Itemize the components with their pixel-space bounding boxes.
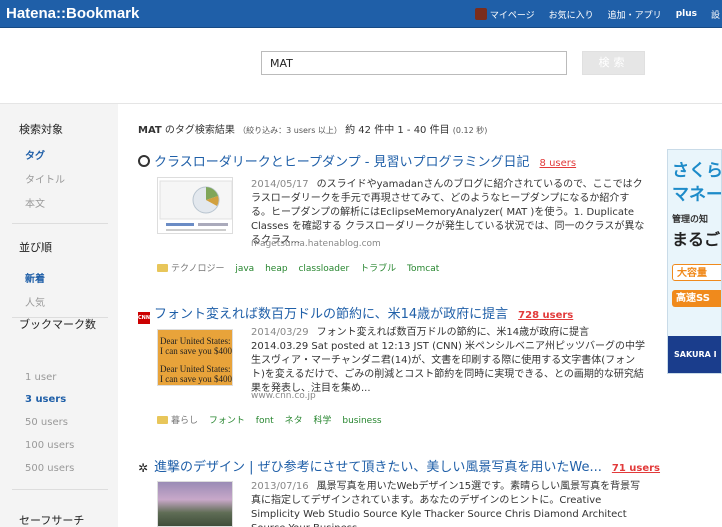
safe-search-heading: セーフサーチ [19,514,85,527]
entry-tags: 暮らし フォント font ネタ 科学 business [157,413,390,426]
results-summary: MAT のタグ検索結果 （絞り込み：3 users 以上） 約 42 件中 1 … [138,121,487,136]
bm-filter-1[interactable]: 1 user [25,372,56,383]
top-bar: Hatena::Bookmark マイページ お気に入り 追加・アプリ plus… [0,0,722,28]
site-logo[interactable]: Hatena::Bookmark [6,5,139,22]
search-target-heading: 検索対象 [19,123,63,136]
entry-tags: テクノロジー java heap classloader トラブル Tomcat [157,261,447,274]
sidebar-divider [12,223,108,224]
entry-date: 2013/07/16 [251,481,309,492]
users-count[interactable]: 8 users [540,158,577,169]
sidebar-divider [12,489,108,490]
tag[interactable]: classloader [298,264,349,274]
entry-thumbnail[interactable] [157,177,233,234]
entry-snippet-text: のスライドやyamadanさんのブログに紹介されているので、ここではクラスローダ… [251,179,645,246]
results-count: 約 42 件中 1 - 40 件目 [345,125,450,136]
entry-title-text[interactable]: クラスローダリークとヒープダンプ - 見習いプログラミング日記 [154,155,530,170]
tag[interactable]: font [256,416,274,426]
results-label: のタグ検索結果 [161,125,235,136]
nav-mypage[interactable]: マイページ [474,7,535,21]
entry-title[interactable]: CNN フォント変えれば数百万ドルの節約に、米14歳が政府に提言 728 users [138,303,573,324]
thumbnail-line: Dear United States: [160,364,231,374]
sort-popular[interactable]: 人気 [25,294,45,309]
entry-snippet: 2014/05/17 のスライドやyamadanさんのブログに紹介されているので、… [251,178,649,248]
cnn-favicon-icon: CNN [138,312,150,324]
sidebar-item-title[interactable]: タイトル [25,171,65,186]
ad-pill: 高速SS [672,290,721,307]
thumbnail-text: Dear United States: I can save you $400 … [158,330,232,384]
entry-title[interactable]: クラスローダリークとヒープダンプ - 見習いプログラミング日記 8 users [138,151,576,170]
results-filter: （絞り込み：3 users 以上） [238,126,342,135]
tag[interactable]: ネタ [285,416,303,426]
entry-snippet: 2014/03/29 フォント変えれば数百万ドルの節約に、米14歳が政府に提言 2… [251,326,649,396]
sort-newest[interactable]: 新着 [25,270,45,285]
ad-pill: 大容量 [672,264,721,281]
ad-subtext: 管理の知 [672,215,709,225]
entry-title[interactable]: ✲ 進撃のデザイン | ぜひ参考にさせて頂きたい、美しい風景写真を用いたWe...… [138,456,660,475]
entry-snippet: 2013/07/16 風景写真を用いたWebデザイン15選です。素晴らしい風景写真… [251,480,649,527]
bm-filter-50[interactable]: 50 users [25,417,68,428]
entry-category[interactable]: テクノロジー [171,264,224,274]
entry-snippet-text: 風景写真を用いたWebデザイン15選です。素晴らしい風景写真を背景写真に指定して… [251,481,641,527]
entry-snippet-text: フォント変えれば数百万ドルの節約に、米14歳が政府に提言 2014.03.29 … [251,327,646,394]
entry-category[interactable]: 暮らし [171,416,198,426]
nav-plus[interactable]: plus [676,9,697,19]
entry-date: 2014/05/17 [251,179,309,190]
entry-thumbnail[interactable] [157,481,233,527]
ad-headline: まるご [672,230,721,249]
bookmark-count-heading: ブックマーク数 [19,318,96,331]
entry-date: 2014/03/29 [251,327,309,338]
bm-filter-100[interactable]: 100 users [25,440,74,451]
nav-favorites[interactable]: お気に入り [549,8,594,21]
character-favicon-icon: ✲ [138,461,149,475]
entry-source[interactable]: n-agetsuma.hatenablog.com [251,239,381,249]
avatar-icon [474,7,487,20]
folder-icon [157,264,168,272]
nav-mypage-label: マイページ [489,10,535,21]
entry-source[interactable]: www.cnn.co.jp [251,391,316,401]
tag[interactable]: Tomcat [407,264,439,274]
tag[interactable]: 科学 [313,416,331,426]
entry-thumbnail[interactable]: Dear United States: I can save you $400 … [157,329,233,386]
thumbnail-line: I can save you $400 m [160,346,232,356]
nav-add-apps[interactable]: 追加・アプリ [608,8,662,21]
sort-heading: 並び順 [19,241,52,254]
sidebar: 検索対象 タグ タイトル 本文 並び順 新着 人気 ブックマーク数 1 user… [0,104,118,527]
entry-title-text[interactable]: フォント変えれば数百万ドルの節約に、米14歳が政府に提言 [154,307,508,322]
ad-footer: SAKURA I [668,336,721,373]
sidebar-item-body[interactable]: 本文 [25,195,45,210]
bm-filter-500[interactable]: 500 users [25,463,74,474]
users-count[interactable]: 728 users [518,310,573,321]
search-button[interactable]: 検索 [582,51,645,75]
tag[interactable]: トラブル [360,264,396,274]
search-input[interactable] [261,51,567,75]
sidebar-item-tag[interactable]: タグ [25,147,45,162]
ad-headline: さくら [672,161,722,181]
ad-banner[interactable]: さくら マネー 管理の知 まるご 大容量 高速SS SAKURA I [667,149,722,374]
folder-icon [157,416,168,424]
thumbnail-line: Dear United States: [160,336,231,346]
results-query: MAT [138,125,162,136]
favicon-icon [138,155,150,167]
thumbnail-line: I can save you $400 m [160,374,232,384]
bm-filter-3[interactable]: 3 users [25,394,66,405]
tag[interactable]: java [235,264,254,274]
ad-headline: マネー [672,185,722,205]
entry-title-text[interactable]: 進撃のデザイン | ぜひ参考にさせて頂きたい、美しい風景写真を用いたWe... [154,460,602,475]
users-count[interactable]: 71 users [612,463,660,474]
results-time: (0.12 秒) [452,126,488,135]
nav-settings[interactable]: 設 [711,8,720,21]
tag[interactable]: heap [265,264,287,274]
tag[interactable]: business [342,416,381,426]
top-nav: マイページ お気に入り 追加・アプリ plus 設 [474,0,722,28]
pie-chart-thumbnail-icon [159,180,232,231]
tag[interactable]: フォント [209,416,245,426]
